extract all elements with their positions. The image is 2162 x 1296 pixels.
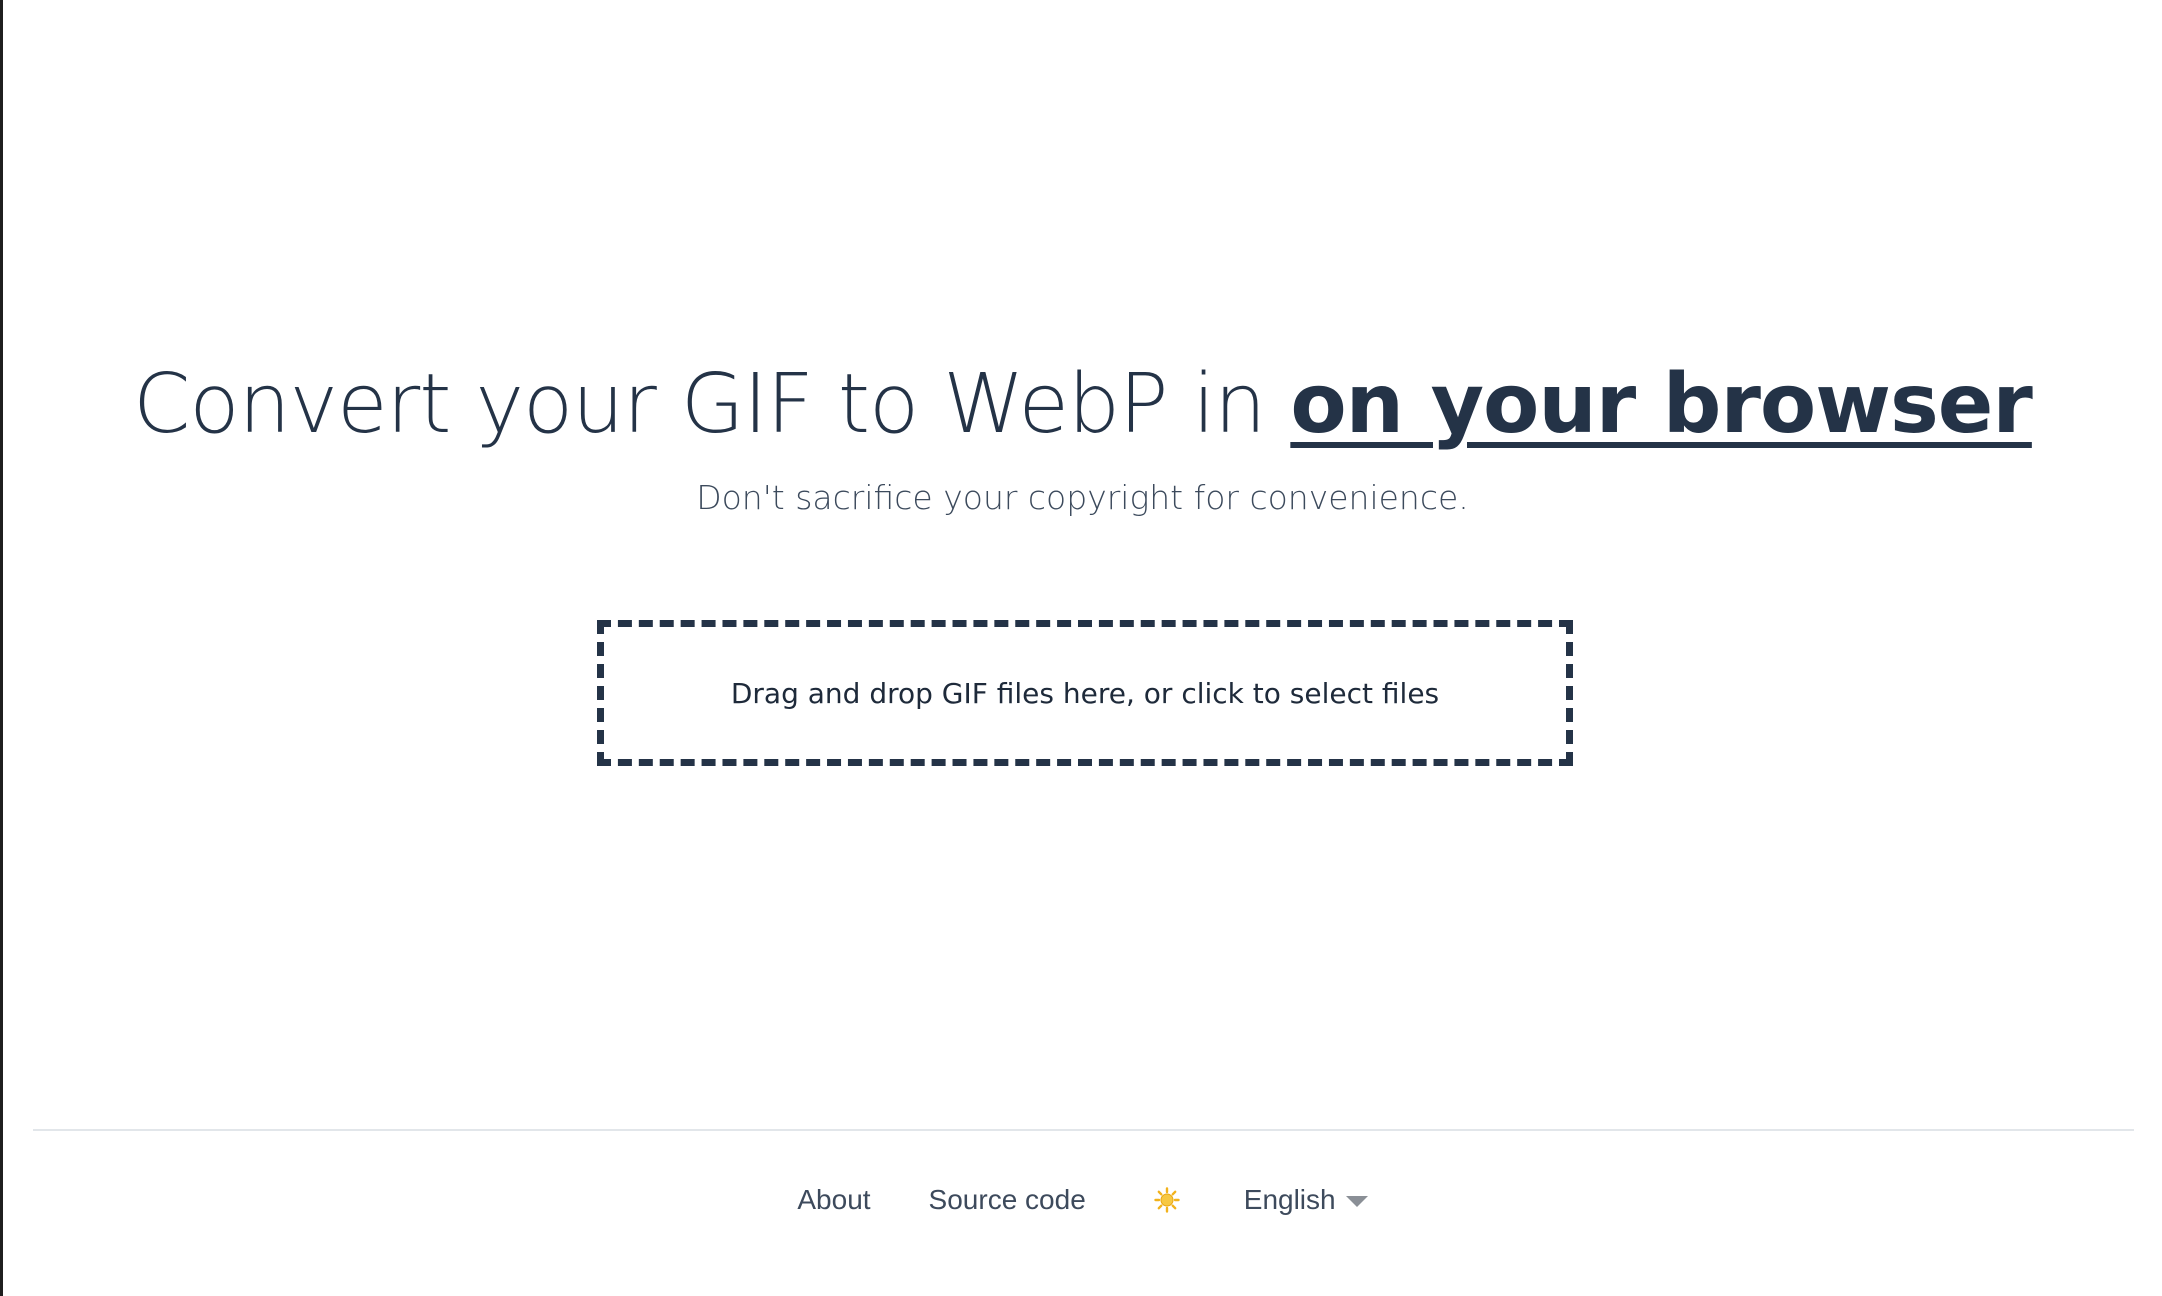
page-title: Convert your GIF to WebP in on your brow… — [3, 350, 2162, 460]
tagline: Don't sacrifice your copyright for conve… — [696, 478, 1469, 517]
headline-emphasis-link[interactable]: on your browser — [1290, 357, 2032, 452]
language-selected-label: English — [1243, 1184, 1336, 1215]
footer-divider — [33, 1129, 2134, 1131]
dropzone-label: Drag and drop GIF files here, or click t… — [730, 676, 1440, 710]
language-select[interactable]: English — [1244, 1184, 1368, 1216]
page: Convert your GIF to WebP in on your brow… — [0, 0, 2162, 1296]
headline-text: Convert your GIF to WebP in — [133, 357, 1291, 452]
theme-toggle-button[interactable] — [1152, 1185, 1182, 1215]
chevron-down-icon — [1345, 1195, 1368, 1207]
about-link[interactable]: About — [797, 1184, 870, 1216]
source-code-link[interactable]: Source code — [929, 1184, 1086, 1216]
file-dropzone[interactable]: Drag and drop GIF files here, or click t… — [597, 620, 1573, 766]
hero: Convert your GIF to WebP in on your brow… — [3, 350, 2162, 517]
footer-nav: About Source code English — [3, 1178, 2162, 1222]
sun-icon — [1154, 1187, 1180, 1213]
